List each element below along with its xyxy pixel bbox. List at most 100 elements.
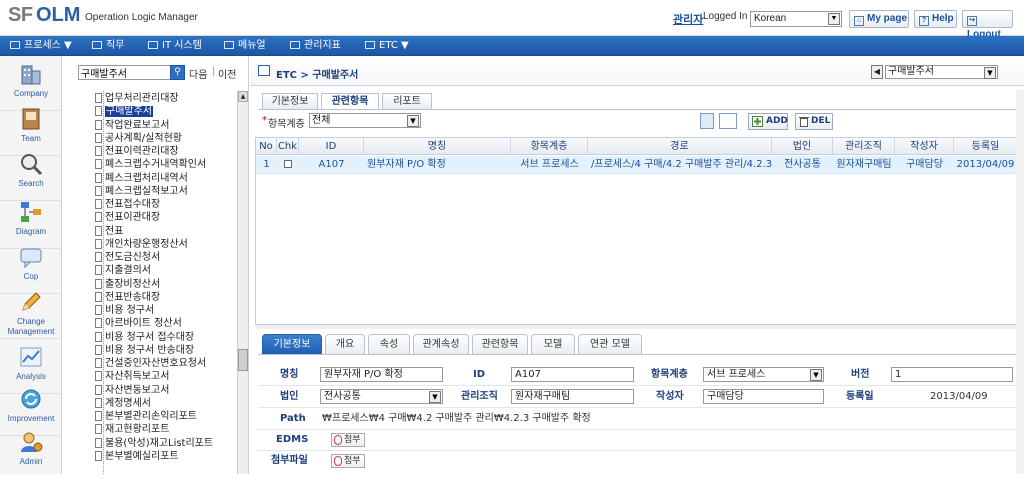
sidebar-item-change-management[interactable]: Change Management [0,284,62,339]
item-select[interactable]: 구매발주서 ▼ [885,65,998,79]
nav-kpi[interactable]: 관리지표 [290,36,341,56]
tree-item[interactable]: 아르바이트 정산서 [95,317,182,330]
grid-horizontal-scrollbar[interactable] [256,325,1018,329]
item-navigator[interactable]: ◀ 구매발주서 ▼ [871,65,999,80]
tree-item[interactable]: 불용(악성)재고List리포트 [95,437,213,450]
tab-basic-info[interactable]: 기본정보 [262,93,318,110]
delete-button[interactable]: DEL [795,113,833,130]
grid-header-name[interactable]: 명칭 [364,138,511,155]
tree-item[interactable]: 계정명세서 [95,397,151,410]
tree-item[interactable]: 자산변동보고서 [95,384,169,397]
tab-report[interactable]: 리포트 [382,93,432,110]
org-field[interactable]: 원자재구매팀 [511,389,634,404]
search-icon[interactable]: ⚲ [170,65,185,80]
tree-item-label: 지출결의서 [105,265,151,277]
tree-item[interactable]: 본부별예실리포트 [95,450,179,463]
tree-item[interactable]: 전표반송대장 [95,291,160,304]
tree-item[interactable]: 폐스크랩실적보고서 [95,185,188,198]
filter-select[interactable]: 전체 ▼ [309,113,421,128]
version-field[interactable]: 1 [891,367,1013,382]
help-button[interactable]: ? Help [914,10,957,28]
grid-cell-id[interactable]: A107 [299,156,364,174]
edms-attach-button[interactable]: 첨부 [331,433,365,447]
tab-detail-related-items[interactable]: 관련항목 [472,334,528,354]
tab-detail-relations[interactable]: 관계속성 [413,334,469,354]
grid-cell-date[interactable]: 2013/04/09 [954,156,1017,174]
tree-item[interactable]: 구매발주서 [95,105,153,118]
tree-item[interactable]: 출장비정산서 [95,278,161,291]
nav-kpi-label: 관리지표 [304,40,341,51]
level-select[interactable]: 서브 프로세스 ▼ [703,367,824,382]
tree-item[interactable]: 자산취득보고서 [95,370,169,383]
tree-item[interactable]: 업무처리관리대장 [95,92,179,105]
tree-item[interactable]: 비용 청구서 [95,304,154,317]
grid-header-corp[interactable]: 법인 [772,138,833,155]
grid-cell-path[interactable]: /프로세스/4 구매/4.2 구매발주 관리/4.2.3 구 [588,156,772,174]
language-select[interactable]: Korean ▼ [750,11,842,27]
logout-button[interactable]: ↪Logout [962,10,1013,40]
tab-detail-basic[interactable]: 기본정보 [262,334,322,354]
name-field[interactable]: 원부자재 P/O 확정 [320,367,443,382]
tree-prev-link[interactable]: 이전 [218,66,236,81]
tree-item[interactable]: 전도금신청서 [95,251,160,264]
grid-cell-name[interactable]: 원부자재 P/O 확정 [364,156,511,174]
view-horizontal-icon[interactable] [719,113,737,129]
nav-etc[interactable]: ETC ▼ [365,36,409,56]
tree-item[interactable]: 폐스크랩수거내역확인서 [95,158,206,171]
tree-search-input[interactable] [78,65,171,80]
tab-related-items[interactable]: 관련항목 [321,93,379,110]
tree-item[interactable]: 재고현황리포트 [95,423,169,436]
tree-item[interactable]: 본부별관리손익리포트 [95,410,197,423]
tree-item[interactable]: 비용 청구서 접수대장 [95,331,194,344]
grid-header-id[interactable]: ID [299,138,364,155]
tree-item[interactable]: 전표 [95,225,123,238]
content-scrollbar[interactable] [1016,90,1024,474]
tree-item[interactable]: 공사계획/실적현황 [95,132,182,145]
tree-item[interactable]: 전표접수대장 [95,198,160,211]
nav-it-system[interactable]: IT 시스템 [148,36,202,56]
tree-item[interactable]: 건설중인자산변호요청서 [95,357,206,370]
tree-scrollbar[interactable]: ▲ [237,91,248,474]
file-attach-button[interactable]: 첨부 [331,454,365,468]
grid-header-level[interactable]: 항목계층 [511,138,588,155]
tree-item-label: 출장비정산서 [105,278,161,290]
mypage-button[interactable]: ⌂ My page [849,10,909,28]
tab-detail-model[interactable]: 모델 [531,334,575,354]
tree-item[interactable]: 전표이력관리대장 [95,145,179,158]
grid-cell-level[interactable]: 서브 프로세스 [511,156,588,174]
nav-manual[interactable]: 메뉴얼 [224,36,266,56]
tab-detail-overview[interactable]: 개요 [325,334,365,354]
tree-item[interactable]: 작업완료보고서 [95,119,169,132]
scroll-thumb[interactable] [238,349,248,371]
user-link[interactable]: 관리자 [673,11,703,27]
grid-header-path[interactable]: 경로 [588,138,772,155]
grid-cell-corp[interactable]: 전사공통 [772,156,833,174]
nav-process[interactable]: 프로세스 ▼ [10,36,72,56]
grid-header-org[interactable]: 관리조직 [833,138,895,155]
sidebar-item-admin[interactable]: Admin [0,424,62,479]
tree-item[interactable]: 개인차량운행정산서 [95,238,188,251]
chevron-left-icon[interactable]: ◀ [871,65,883,79]
id-field[interactable]: A107 [511,367,634,382]
sidebar-item-search[interactable]: Search [0,146,62,201]
grid-cell-author[interactable]: 구매담당 [895,156,954,174]
grid-cell-org[interactable]: 원자재구매팀 [833,156,895,174]
grid-header-date[interactable]: 등록일 [954,138,1017,155]
grid-header-author[interactable]: 작성자 [895,138,954,155]
add-button[interactable]: ADD [748,113,788,130]
view-vertical-icon[interactable] [700,113,714,129]
tab-detail-attributes[interactable]: 속성 [368,334,410,354]
tree-item[interactable]: 전표이관대장 [95,211,160,224]
grid-cell-chk[interactable] [277,156,299,174]
nav-job[interactable]: 직무 [92,36,124,56]
tree-next-link[interactable]: 다음 [189,66,207,81]
tree-item[interactable]: 비용 청구서 반송대장 [95,344,194,357]
row-checkbox[interactable] [284,160,292,168]
tree-item[interactable]: 폐스크랩처리내역서 [95,172,188,185]
tree-item[interactable]: 지출결의서 [95,264,151,277]
author-field[interactable]: 구매담당 [703,389,824,404]
corp-select[interactable]: 전사공통 ▼ [320,389,443,404]
tree-item-label: 구매발주서 [105,106,153,118]
tab-detail-linked-model[interactable]: 연관 모델 [578,334,642,354]
scroll-up-icon[interactable]: ▲ [238,91,248,102]
